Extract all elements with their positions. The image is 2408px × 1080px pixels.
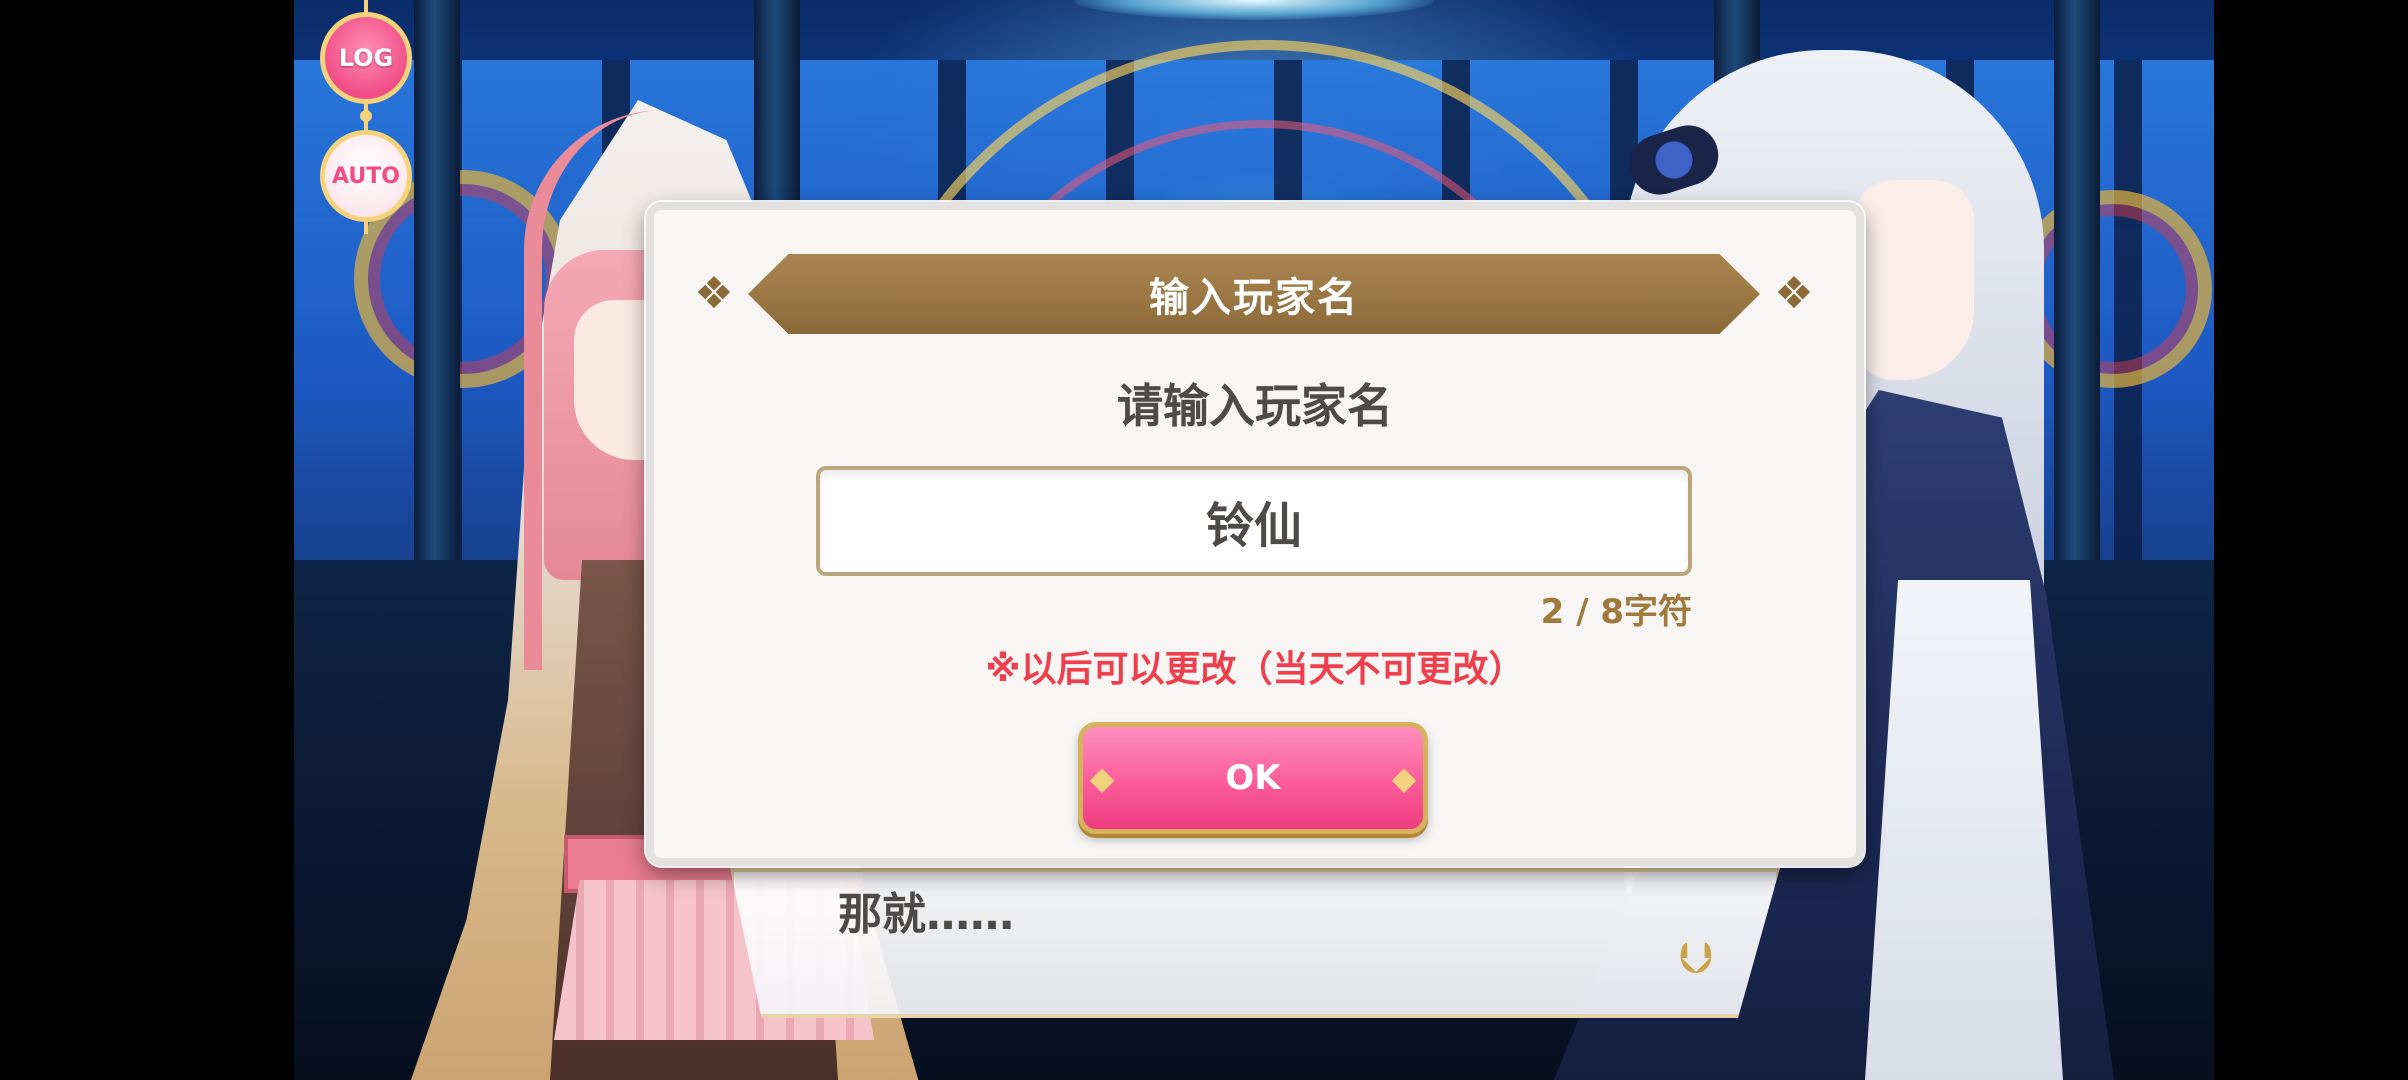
game-screen: LOG AUTO 那就…… ⮋ ❖ ❖ 输入玩家名 请输入玩家名 2 / 8字符… <box>0 0 2408 1080</box>
ok-button[interactable]: ◆ OK ◆ <box>1078 722 1428 834</box>
dialog-prompt: 请输入玩家名 <box>1117 379 1393 433</box>
ok-label: OK <box>1225 758 1281 798</box>
gem-icon: ◆ <box>1089 759 1115 797</box>
character-count: 2 / 8字符 <box>1540 592 1692 632</box>
dialog-title: 输入玩家名 <box>1149 275 1359 321</box>
dialog-title-banner: ❖ ❖ 输入玩家名 <box>694 254 1814 334</box>
gem-icon: ◆ <box>1391 759 1417 797</box>
player-name-input[interactable] <box>816 466 1692 576</box>
rename-note: ※以后可以更改（当天不可更改） <box>985 649 1525 690</box>
